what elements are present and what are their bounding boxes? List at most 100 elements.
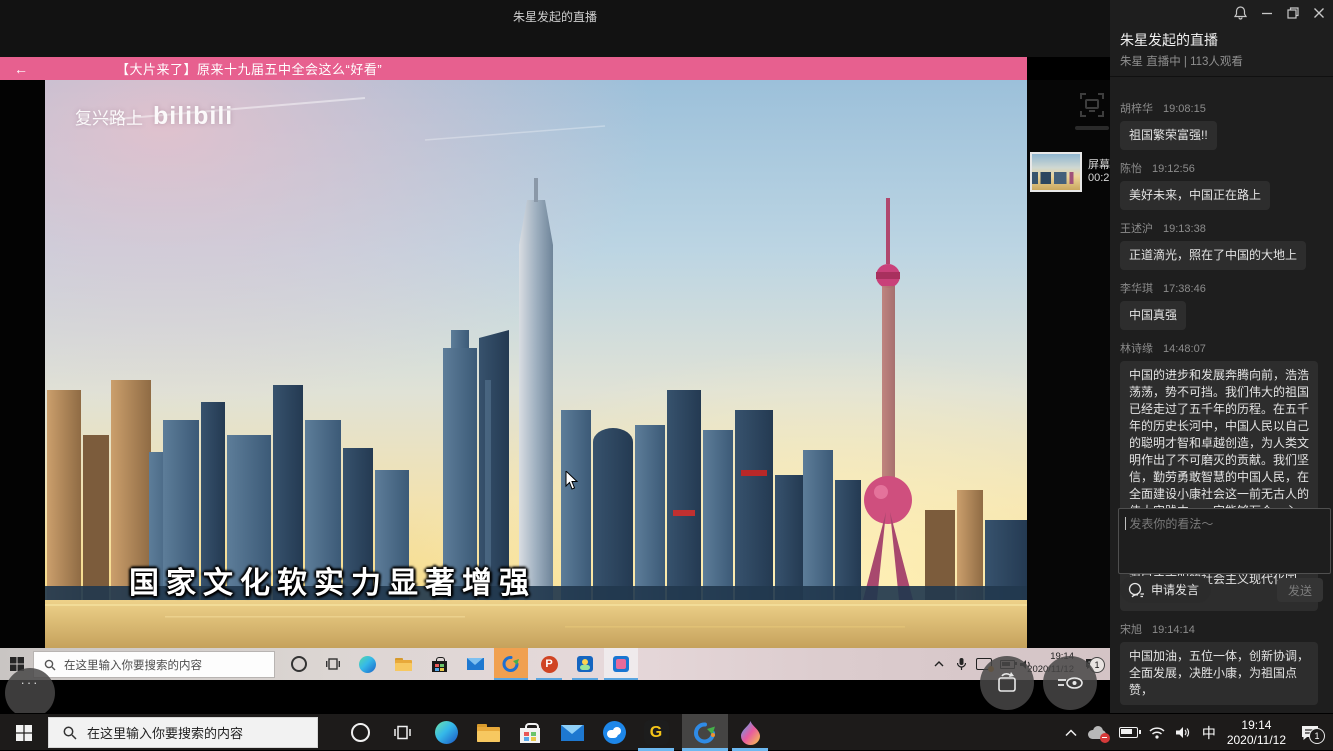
inner-meeting-button-active[interactable] [494, 648, 528, 680]
onedrive-sync-icon[interactable] [1088, 726, 1108, 740]
participant-strip: 屏幕分享 00:21 [1027, 80, 1110, 648]
action-center-button[interactable]: 1 [1301, 725, 1319, 741]
sender-name: 林诗缘 [1120, 343, 1153, 355]
share-label: 屏幕分享 [1088, 156, 1110, 172]
g-app-button[interactable]: G [636, 714, 676, 751]
mail-icon [467, 658, 484, 670]
send-label: 发送 [1288, 582, 1312, 599]
sender-name: 王述沪 [1120, 223, 1153, 235]
inner-powerpoint-button[interactable]: P [532, 648, 566, 680]
message-bubble: 中国加油，五位一体，创新协调，全面发展，决胜小康，为祖国点赞， [1120, 642, 1318, 705]
paint-drop-icon [741, 721, 760, 745]
task-view-button[interactable] [382, 714, 422, 751]
inner-search-box[interactable]: 在这里输入你要搜索的内容 [33, 651, 275, 678]
chevron-up-icon [935, 662, 943, 666]
ime-indicator[interactable]: 中 [1202, 723, 1216, 743]
inner-tray-chevron[interactable] [928, 648, 950, 680]
message-time: 19:08:15 [1163, 103, 1206, 115]
inner-search-placeholder: 在这里输入你要搜索的内容 [64, 657, 202, 673]
share-duration: 00:21 [1088, 172, 1110, 184]
message-bubble: 正道滴光，照在了中国的大地上 [1120, 241, 1306, 270]
sender-name: 宋旭 [1120, 624, 1142, 636]
chat-message-list: 胡梓华19:08:15 祖国繁荣富强!! 陈怡19:12:56 美好未来，中国正… [1120, 100, 1325, 715]
edge-button[interactable] [426, 714, 466, 751]
file-explorer-button[interactable] [468, 714, 508, 751]
minimize-button[interactable] [1261, 7, 1273, 19]
paint-drop-app-button[interactable] [730, 714, 770, 751]
send-button[interactable]: 发送 [1277, 578, 1323, 602]
clock-date: 2020/11/12 [1227, 733, 1286, 748]
inner-mail-button[interactable] [458, 648, 492, 680]
file-explorer-icon [477, 724, 500, 742]
battery-icon[interactable] [1119, 727, 1138, 738]
mail-button[interactable] [552, 714, 592, 751]
video-subtitle: 国家文化软实力显著增强 [129, 558, 536, 602]
floating-hide-comments-button[interactable] [1043, 656, 1097, 710]
message-time: 17:38:46 [1163, 283, 1206, 295]
inner-edge-button[interactable] [350, 648, 384, 680]
screen-share-tile[interactable]: 屏幕分享 00:21 [1030, 152, 1110, 194]
speaker-icon[interactable] [1176, 726, 1191, 739]
bilibili-watermark: 复兴路上 bilibili [75, 102, 233, 131]
qq-browser-icon [603, 721, 626, 744]
microphone-icon [957, 658, 966, 671]
inner-pink-app-button[interactable] [604, 648, 638, 680]
edge-icon [435, 721, 458, 744]
request-to-speak-button[interactable]: 申请发言 [1120, 576, 1211, 603]
speak-icon [1128, 581, 1145, 598]
shared-video: 复兴路上 bilibili 国家文化软实力显著增强 [45, 80, 1027, 648]
chat-message: 宋旭 19:14:14 中国加油，五位一体，创新协调，全面发展，决胜小康，为祖国点… [1120, 621, 1325, 705]
store-button[interactable] [510, 714, 550, 751]
chevron-up-icon[interactable] [1065, 729, 1077, 737]
task-view-icon [394, 725, 411, 740]
chat-message: 王述沪19:13:38 正道滴光，照在了中国的大地上 [1120, 220, 1325, 270]
stream-banner: ← 【大片来了】原来十九届五中全会这么“好看” [0, 57, 1027, 80]
edge-icon [359, 656, 376, 673]
blue-app-icon [577, 656, 593, 672]
cortana-button[interactable] [340, 714, 380, 751]
floating-more-button[interactable]: ··· [5, 668, 55, 718]
text-caret [1125, 517, 1126, 530]
meeting-button-active[interactable] [682, 714, 728, 751]
stage-bottom-gap [0, 680, 1110, 713]
windows-logo-icon [16, 725, 32, 741]
wifi-icon[interactable] [1149, 727, 1165, 739]
taskbar-search-box[interactable]: 在这里输入你要搜索的内容 [48, 717, 318, 748]
taskbar-search-placeholder: 在这里输入你要搜索的内容 [87, 723, 243, 742]
message-time: 19:12:56 [1152, 163, 1195, 175]
inner-blue-app-button[interactable] [568, 648, 602, 680]
comment-input[interactable]: 发表你的看法～ [1118, 508, 1331, 574]
meeting-app-icon [502, 655, 520, 673]
bell-icon[interactable] [1234, 6, 1247, 20]
request-to-speak-label: 申请发言 [1151, 581, 1199, 598]
inner-cortana-button[interactable] [282, 648, 316, 680]
cortana-icon [291, 656, 307, 672]
cortana-icon [351, 723, 370, 742]
notification-badge: 1 [1309, 728, 1325, 744]
close-button[interactable] [1313, 7, 1325, 19]
comment-placeholder: 发表你的看法～ [1129, 517, 1213, 531]
inner-task-view-button[interactable] [316, 648, 350, 680]
window-title: 朱星发起的直播 [0, 8, 1110, 25]
inner-file-explorer-button[interactable] [386, 648, 420, 680]
restore-button[interactable] [1287, 7, 1299, 19]
share-thumbnail [1030, 152, 1082, 192]
qq-browser-button[interactable] [594, 714, 634, 751]
window-titlebar: 朱星发起的直播 [0, 0, 1110, 57]
floating-share-switch-button[interactable] [980, 656, 1034, 710]
inner-tray-microphone[interactable] [950, 648, 972, 680]
taskbar-clock[interactable]: 19:14 2020/11/12 [1227, 718, 1286, 748]
message-bubble: 中国真强 [1120, 301, 1186, 330]
system-tray: 中 19:14 2020/11/12 1 [1065, 714, 1333, 751]
inner-taskbar: 在这里输入你要搜索的内容 [0, 648, 1110, 680]
chat-message: 李华琪17:38:46 中国真强 [1120, 280, 1325, 330]
inner-store-button[interactable] [422, 648, 456, 680]
back-icon[interactable]: ← [14, 61, 54, 77]
participant-caption [1075, 126, 1109, 130]
message-time: 19:14:14 [1152, 624, 1195, 636]
message-bubble: 祖国繁荣富强!! [1120, 121, 1217, 150]
file-explorer-icon [395, 658, 412, 671]
start-button[interactable] [4, 714, 44, 751]
mouse-cursor [565, 471, 579, 491]
watermark-text: 复兴路上 [75, 104, 143, 129]
